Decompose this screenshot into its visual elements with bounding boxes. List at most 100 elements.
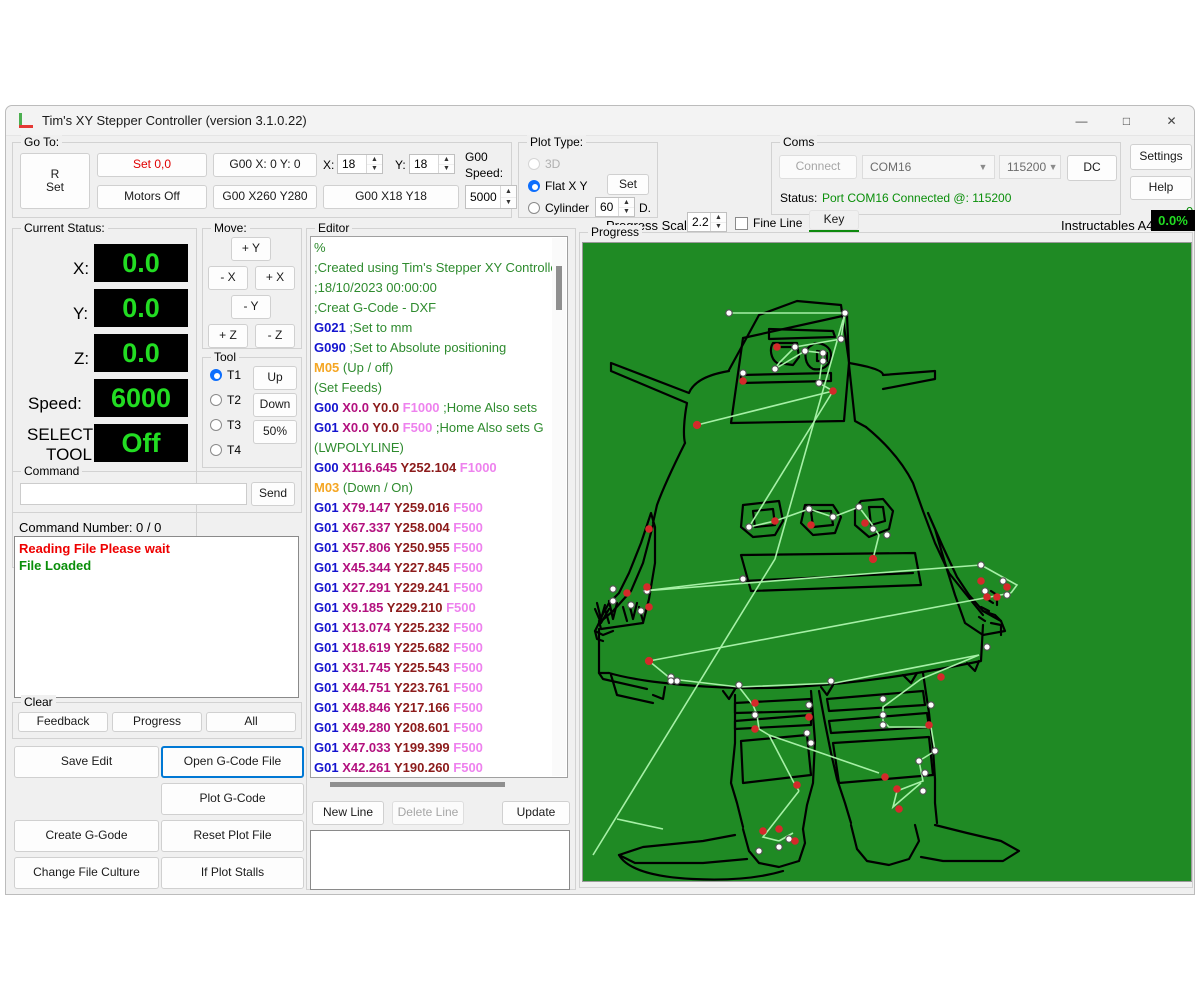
update-line-button[interactable]: Update (502, 801, 570, 825)
tool-percent-button[interactable]: 50% (253, 420, 297, 444)
goto-y-stepper[interactable]: 18 ▲▼ (409, 154, 455, 174)
set-zero-button[interactable]: Set 0,0 (97, 153, 207, 177)
radio-cylinder[interactable]: Cylinder (528, 201, 589, 215)
gcode-line[interactable]: G01 X31.745 Y225.543 F500 (311, 658, 551, 678)
gcode-line[interactable]: (Set Feeds) (311, 378, 551, 398)
change-file-culture-button[interactable]: Change File Culture (14, 857, 159, 889)
radio-flat-xy[interactable]: Flat X Y (528, 179, 587, 193)
move-minus-z-button[interactable]: - Z (255, 324, 295, 348)
cylinder-diameter-stepper[interactable]: 60 ▲▼ (595, 197, 635, 217)
editor-hscroll-thumb[interactable] (330, 782, 505, 787)
gcode-line[interactable]: % (311, 238, 551, 258)
tool-up-button[interactable]: Up (253, 366, 297, 390)
gcode-line[interactable]: (LWPOLYLINE) (311, 438, 551, 458)
g00-speed-value[interactable]: 5000 (466, 186, 500, 208)
gcode-line[interactable]: G01 X49.280 Y208.601 F500 (311, 718, 551, 738)
gcode-line[interactable]: G00 X0.0 Y0.0 F1000 ;Home Also sets (311, 398, 551, 418)
minimize-icon[interactable]: — (1059, 106, 1104, 136)
plot-canvas[interactable] (582, 242, 1192, 882)
goto-y-value[interactable]: 18 (410, 155, 438, 173)
editor-vscroll-thumb[interactable] (556, 266, 562, 310)
gcode-line[interactable]: ;Creat G-Code - DXF (311, 298, 551, 318)
edit-line-input[interactable] (310, 830, 570, 890)
open-gcode-file-button[interactable]: Open G-Code File (161, 746, 304, 778)
gcode-line[interactable]: G090 ;Set to Absolute positioning (311, 338, 551, 358)
g00-x18y18-button[interactable]: G00 X18 Y18 (323, 185, 459, 209)
gcode-token: X48.846 (342, 700, 394, 715)
close-icon[interactable]: ✕ (1149, 106, 1194, 136)
radio-t1[interactable]: T1 (210, 368, 241, 382)
radio-t3[interactable]: T3 (210, 418, 241, 432)
gcode-token: (Down / On) (343, 480, 413, 495)
gcode-line[interactable]: G01 X0.0 Y0.0 F500 ;Home Also sets G (311, 418, 551, 438)
command-send-button[interactable]: Send (251, 482, 295, 506)
feedback-output[interactable]: Reading File Please wait File Loaded (14, 536, 299, 698)
g00-x0y0-button[interactable]: G00 X: 0 Y: 0 (213, 153, 317, 177)
move-plus-z-button[interactable]: + Z (208, 324, 248, 348)
gcode-line[interactable]: G00 X116.645 Y252.104 F1000 (311, 458, 551, 478)
gcode-token: Y229.241 (394, 580, 453, 595)
gcode-line[interactable]: G01 X42.261 Y190.260 F500 (311, 758, 551, 778)
gcode-line[interactable]: G01 X57.806 Y250.955 F500 (311, 538, 551, 558)
new-line-button[interactable]: New Line (312, 801, 384, 825)
radio-3d[interactable]: 3D (528, 157, 560, 171)
gcode-line[interactable]: G01 X45.344 Y227.845 F500 (311, 558, 551, 578)
chevron-down-icon: ▼ (972, 162, 994, 172)
fine-line-checkbox[interactable]: Fine Line (735, 216, 802, 230)
cylinder-diameter-value[interactable]: 60 (596, 198, 618, 216)
if-plot-stalls-button[interactable]: If Plot Stalls (161, 857, 304, 889)
goto-x-value[interactable]: 18 (338, 155, 366, 173)
gcode-line[interactable]: M03 (Down / On) (311, 478, 551, 498)
gcode-line[interactable]: G01 X18.619 Y225.682 F500 (311, 638, 551, 658)
command-input[interactable] (20, 483, 247, 505)
gcode-line[interactable]: G01 X9.185 Y229.210 F500 (311, 598, 551, 618)
gcode-line[interactable]: G021 ;Set to mm (311, 318, 551, 338)
progress-scale-value[interactable]: 2.2 (688, 213, 710, 231)
gcode-line[interactable]: M05 (Up / off) (311, 358, 551, 378)
plot-type-set-button[interactable]: Set (607, 174, 649, 195)
gcode-line[interactable]: G01 X47.033 Y199.399 F500 (311, 738, 551, 758)
help-button[interactable]: Help (1130, 176, 1192, 200)
save-edit-button[interactable]: Save Edit (14, 746, 159, 778)
connect-button[interactable]: Connect (779, 155, 857, 179)
move-minus-x-button[interactable]: - X (208, 266, 248, 290)
g00-speed-stepper[interactable]: 5000 ▲▼ (465, 185, 517, 209)
g00-x260y280-button[interactable]: G00 X260 Y280 (213, 185, 317, 209)
progress-scale-stepper[interactable]: 2.2 ▲▼ (687, 212, 727, 232)
clear-progress-button[interactable]: Progress (112, 712, 202, 732)
reset-plot-file-button[interactable]: Reset Plot File (161, 820, 304, 852)
gcode-line[interactable]: G01 X67.337 Y258.004 F500 (311, 518, 551, 538)
r-set-button[interactable]: R Set (20, 153, 90, 209)
clear-all-button[interactable]: All (206, 712, 296, 732)
dc-button[interactable]: DC (1067, 155, 1117, 181)
radio-t4[interactable]: T4 (210, 443, 241, 457)
gcode-line[interactable]: G01 X44.751 Y223.761 F500 (311, 678, 551, 698)
editor-horizontal-scrollbar[interactable] (316, 782, 561, 789)
gcode-line[interactable]: G01 X48.846 Y217.166 F500 (311, 698, 551, 718)
gcode-line[interactable]: G01 X79.147 Y259.016 F500 (311, 498, 551, 518)
gcode-editor[interactable]: %;Created using Tim's Stepper XY Control… (310, 236, 568, 778)
radio-t2[interactable]: T2 (210, 393, 241, 407)
clear-feedback-button[interactable]: Feedback (18, 712, 108, 732)
gcode-line[interactable]: G01 X27.291 Y229.241 F500 (311, 578, 551, 598)
plot-gcode-button[interactable]: Plot G-Code (161, 783, 304, 815)
create-gcode-button[interactable]: Create G-Gode (14, 820, 159, 852)
tool-down-button[interactable]: Down (253, 393, 297, 417)
baud-value: 115200 (1007, 160, 1046, 174)
goto-x-stepper[interactable]: 18 ▲▼ (337, 154, 383, 174)
gcode-line[interactable]: G01 X13.074 Y225.232 F500 (311, 618, 551, 638)
move-plus-x-button[interactable]: + X (255, 266, 295, 290)
key-button[interactable]: Key (809, 210, 859, 230)
port-select[interactable]: COM16 ▼ (862, 155, 995, 179)
motors-off-button[interactable]: Motors Off (97, 185, 207, 209)
settings-button[interactable]: Settings (1130, 144, 1192, 170)
move-plus-y-button[interactable]: + Y (231, 237, 271, 261)
baud-select[interactable]: 115200 ▼ (999, 155, 1061, 179)
gcode-token: Y208.601 (394, 720, 453, 735)
editor-vertical-scrollbar[interactable] (552, 238, 566, 776)
maximize-icon[interactable]: □ (1104, 106, 1149, 136)
gcode-line[interactable]: ;Created using Tim's Stepper XY Controll… (311, 258, 551, 278)
delete-line-button[interactable]: Delete Line (392, 801, 464, 825)
gcode-line[interactable]: ;18/10/2023 00:00:00 (311, 278, 551, 298)
move-minus-y-button[interactable]: - Y (231, 295, 271, 319)
